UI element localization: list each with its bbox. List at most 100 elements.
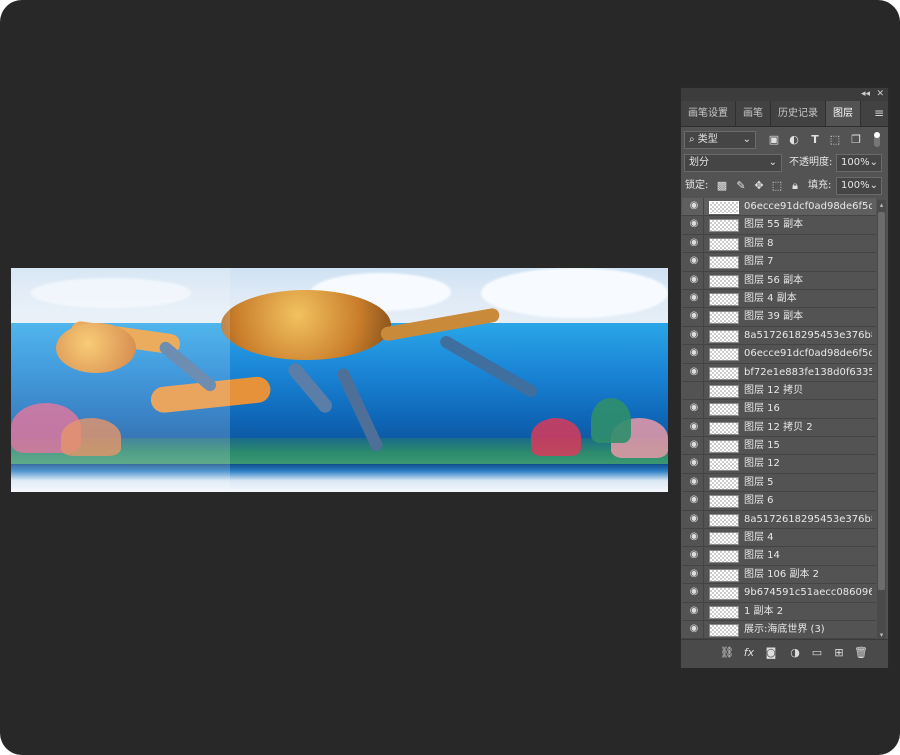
eye-icon[interactable]: ◉ [688, 605, 700, 616]
layer-row[interactable]: ◉ 8a5172618295453e376b8f... [682, 326, 876, 346]
eye-icon[interactable]: ◉ [688, 292, 700, 303]
blend-mode-select[interactable]: 划分 ⌄ [684, 154, 782, 172]
layer-name[interactable]: 图层 8 [744, 235, 872, 253]
filter-kind-select[interactable]: ⌕ 类型 ⌄ [684, 131, 756, 149]
layer-name[interactable]: 图层 16 [744, 400, 872, 418]
eye-icon[interactable]: ◉ [688, 476, 700, 487]
layer-row[interactable]: ◉ 图层 5 [682, 473, 876, 493]
layer-thumbnail[interactable] [709, 476, 739, 490]
layer-name[interactable]: 图层 12 [744, 455, 872, 473]
layer-name[interactable]: 图层 4 [744, 529, 872, 547]
eye-icon[interactable]: ◉ [688, 256, 700, 266]
layer-row[interactable]: ◉ 图层 12 拷贝 2 [682, 418, 876, 438]
layer-thumbnail[interactable] [709, 568, 739, 582]
eye-icon[interactable]: ◉ [688, 421, 700, 432]
eye-icon[interactable]: ◉ [688, 623, 700, 634]
layer-thumbnail[interactable] [709, 256, 739, 270]
lock-position-icon[interactable]: ✥ [752, 179, 766, 193]
layer-thumbnail[interactable] [709, 201, 739, 214]
eye-icon[interactable]: ◉ [688, 568, 700, 579]
layer-row[interactable]: ◉ 图层 14 [682, 547, 876, 566]
layer-row[interactable]: ◉ 06ecce91dcf0ad98de6f5d1... [682, 198, 876, 217]
layer-thumbnail[interactable] [709, 458, 739, 472]
layer-row[interactable]: ◉ 图层 55 副本 [682, 216, 876, 235]
eye-icon[interactable]: ◉ [688, 495, 700, 505]
eye-icon[interactable]: ◉ [688, 311, 700, 321]
layer-thumbnail[interactable] [709, 292, 739, 306]
layer-name[interactable]: 图层 56 副本 [744, 272, 872, 290]
eye-icon[interactable]: ◉ [688, 440, 700, 450]
layer-thumbnail[interactable] [709, 605, 739, 619]
layer-thumbnail[interactable] [709, 403, 739, 417]
link-layers-icon[interactable]: ⛓ [719, 646, 735, 660]
layer-thumbnail[interactable] [709, 219, 739, 233]
layer-name[interactable]: 图层 55 副本 [744, 216, 872, 234]
layer-thumbnail[interactable] [709, 495, 739, 509]
opacity-input[interactable]: 100% ⌄ [836, 154, 882, 172]
layer-row[interactable]: ◉ 图层 16 [682, 400, 876, 419]
layer-row[interactable]: ◉ 06ecce91dcf0ad98de6f5d1... [682, 345, 876, 364]
layer-row[interactable]: ◉ 图层 15 [682, 437, 876, 456]
layer-thumbnail[interactable] [709, 274, 739, 288]
layer-row[interactable]: ◉ 1 副本 2 [682, 602, 876, 621]
layer-name[interactable]: 图层 106 副本 2 [744, 566, 872, 584]
close-icon[interactable]: ✕ [876, 88, 884, 101]
tab-history[interactable]: 历史记录 [771, 101, 826, 126]
layer-name[interactable]: 图层 4 副本 [744, 290, 872, 308]
layer-thumbnail[interactable] [709, 366, 739, 380]
layer-row[interactable]: ◉ 图层 6 [682, 492, 876, 511]
eye-icon[interactable]: ◉ [688, 329, 700, 340]
tab-layers[interactable]: 图层 [826, 101, 861, 126]
layer-thumbnail[interactable] [709, 550, 739, 564]
eye-icon[interactable]: ◉ [688, 274, 700, 285]
panel-menu-icon[interactable]: ≡ [874, 106, 884, 120]
visibility-off-slot[interactable] [688, 385, 700, 395]
layer-thumbnail[interactable] [709, 623, 739, 637]
fx-icon[interactable]: fx [741, 646, 757, 660]
layer-row[interactable]: ◉ 图层 12 [682, 455, 876, 474]
eye-icon[interactable]: ◉ [688, 201, 700, 211]
layer-thumbnail[interactable] [709, 513, 739, 527]
layer-row[interactable]: 图层 12 拷贝 [682, 381, 876, 401]
layer-row[interactable]: ◉ 图层 39 副本 [682, 308, 876, 327]
layer-name[interactable]: 图层 39 副本 [744, 308, 872, 326]
layer-thumbnail[interactable] [709, 384, 739, 398]
layer-name[interactable]: bf72e1e883fe138d0f63353... [744, 364, 872, 382]
layer-thumbnail[interactable] [709, 440, 739, 454]
type-filter-icon[interactable]: T [808, 133, 822, 147]
layer-name[interactable]: 图层 14 [744, 547, 872, 565]
trash-icon[interactable]: 🗑︎ [853, 646, 869, 660]
layer-row[interactable]: ◉ 图层 106 副本 2 [682, 565, 876, 585]
layer-name[interactable]: 9b674591c51aecc0860969... [744, 584, 872, 602]
layer-row[interactable]: ◉ 图层 4 副本 [682, 289, 876, 309]
layer-row[interactable]: ◉ 图层 56 副本 [682, 271, 876, 290]
lock-transparency-icon[interactable]: ▩ [715, 179, 729, 193]
new-layer-icon[interactable]: ⊞ [831, 646, 847, 660]
eye-icon[interactable]: ◉ [688, 219, 700, 229]
scrollbar-thumb[interactable] [878, 212, 885, 590]
layer-thumbnail[interactable] [709, 421, 739, 435]
layer-name[interactable]: 图层 6 [744, 492, 872, 510]
layers-scrollbar[interactable]: ▴ ▾ [877, 200, 886, 640]
adjustment-filter-icon[interactable]: ◐ [787, 133, 801, 147]
eye-icon[interactable]: ◉ [688, 532, 700, 542]
layer-thumbnail[interactable] [709, 587, 739, 601]
group-folder-icon[interactable]: ▭ [809, 646, 825, 660]
layer-name[interactable]: 展示:海底世界 (3) [744, 621, 872, 639]
layer-thumbnail[interactable] [709, 311, 739, 325]
layer-thumbnail[interactable] [709, 329, 739, 343]
lock-brush-icon[interactable]: ✎ [734, 179, 748, 193]
fill-input[interactable]: 100% ⌄ [836, 177, 882, 195]
lock-all-icon[interactable]: 🔒︎ [788, 179, 802, 193]
layer-thumbnail[interactable] [709, 348, 739, 362]
layer-thumbnail[interactable] [709, 237, 739, 251]
eye-icon[interactable]: ◉ [688, 366, 700, 377]
layer-name[interactable]: 06ecce91dcf0ad98de6f5d1... [744, 345, 872, 363]
layer-row[interactable]: ◉ 图层 4 [682, 529, 876, 548]
layer-name[interactable]: 图层 5 [744, 474, 872, 492]
layer-thumbnail[interactable] [709, 532, 739, 546]
layer-name[interactable]: 1 副本 2 [744, 603, 872, 621]
eye-icon[interactable]: ◉ [688, 237, 700, 248]
layer-row[interactable]: ◉ 8a5172618295453e376b8f... [682, 510, 876, 530]
layer-row[interactable]: ◉ 图层 8 [682, 234, 876, 254]
